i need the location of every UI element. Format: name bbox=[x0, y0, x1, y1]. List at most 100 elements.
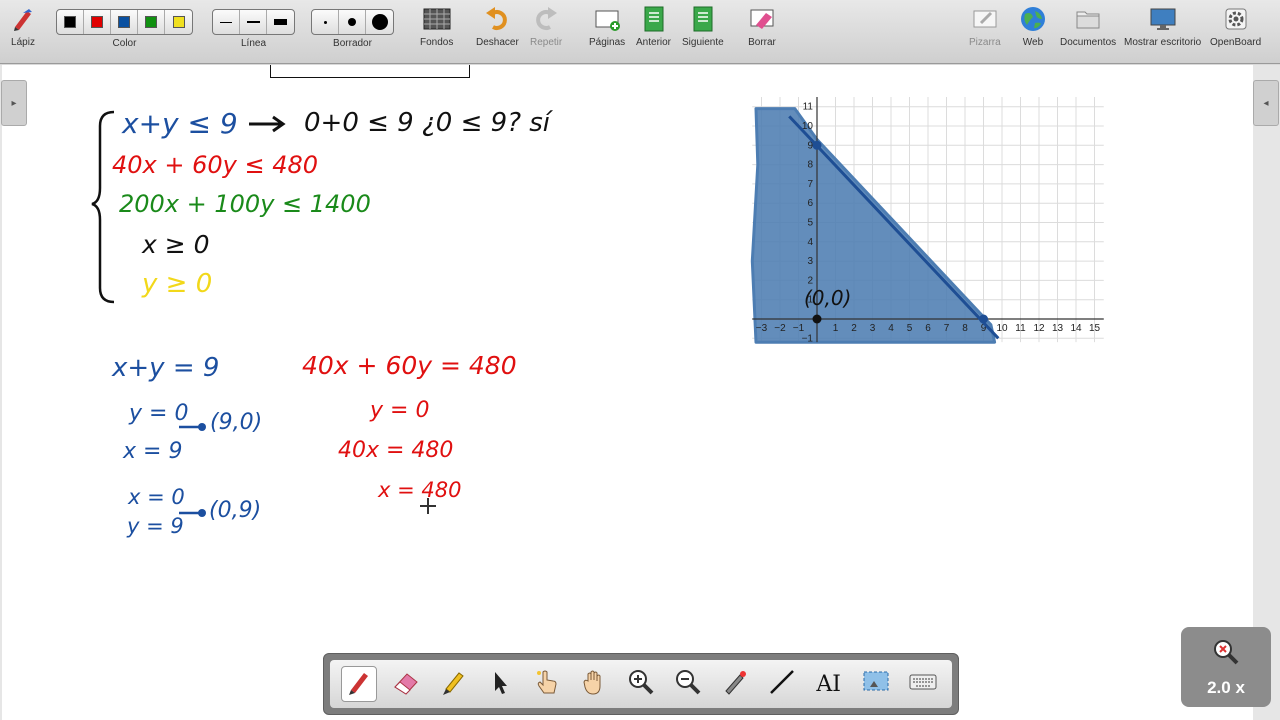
pages-label: Páginas bbox=[589, 37, 626, 48]
arrow-cursor-icon bbox=[485, 667, 515, 702]
next-button[interactable]: Siguiente bbox=[682, 4, 724, 48]
color-green[interactable] bbox=[138, 10, 165, 34]
arrow-stroke bbox=[249, 115, 286, 133]
whiteboard-label: Pizarra bbox=[969, 37, 1001, 48]
redo-label: Repetir bbox=[530, 37, 563, 48]
left-step-x0: x = 0 bbox=[128, 485, 185, 509]
left-panel-toggle[interactable]: ▸ bbox=[1, 80, 27, 126]
inequality-1: x+y ≤ 9 bbox=[122, 107, 238, 140]
laser-pointer-icon bbox=[720, 667, 750, 702]
show-desktop-label: Mostrar escritorio bbox=[1124, 37, 1202, 48]
text-icon: AI bbox=[816, 671, 841, 697]
interact-tool-button[interactable] bbox=[529, 666, 565, 702]
eraser-small[interactable] bbox=[312, 10, 339, 34]
keyboard-button[interactable] bbox=[905, 666, 941, 702]
y-tick-label: 6 bbox=[807, 198, 813, 209]
color-blue[interactable] bbox=[111, 10, 138, 34]
origin-check: 0+0 ≤ 9 ¿0 ≤ 9? sí bbox=[304, 108, 551, 138]
clear-button[interactable]: Borrar bbox=[747, 4, 777, 48]
shaded-region bbox=[750, 107, 997, 344]
x-tick-label: 6 bbox=[925, 323, 931, 334]
backgrounds-button[interactable]: Fondos bbox=[420, 4, 453, 48]
y-tick-label: 11 bbox=[803, 102, 814, 113]
eraser-icon bbox=[391, 667, 421, 702]
eraser-label: Borrador bbox=[333, 38, 372, 49]
capture-tool-button[interactable] bbox=[858, 666, 894, 702]
zoom-in-button[interactable] bbox=[623, 666, 659, 702]
select-tool-button[interactable] bbox=[482, 666, 518, 702]
right-step-40x: 40x = 480 bbox=[338, 438, 454, 463]
undo-button[interactable]: Deshacer bbox=[476, 4, 519, 48]
zoom-out-icon bbox=[673, 667, 703, 702]
x-tick-label: 13 bbox=[1052, 323, 1064, 334]
left-step-x9: x = 9 bbox=[123, 439, 183, 464]
color-yellow[interactable] bbox=[165, 10, 192, 34]
graph-point bbox=[979, 314, 988, 324]
graph-point bbox=[812, 140, 822, 150]
pages-button[interactable]: Páginas bbox=[589, 4, 625, 48]
left-step-y9: y = 9 bbox=[127, 514, 184, 538]
documents-button[interactable]: Documentos bbox=[1060, 4, 1116, 48]
laser-pointer-button[interactable] bbox=[717, 666, 753, 702]
x-tick-label: 1 bbox=[833, 323, 839, 334]
pen-label: Lápiz bbox=[11, 37, 35, 48]
line-thin[interactable] bbox=[213, 10, 240, 34]
previous-button[interactable]: Anterior bbox=[636, 4, 671, 48]
intercept-0-9: (0,9) bbox=[209, 498, 262, 523]
line-tool-button[interactable] bbox=[764, 666, 800, 702]
previous-page-icon bbox=[639, 4, 669, 34]
globe-icon bbox=[1018, 4, 1048, 34]
line-thick[interactable] bbox=[267, 10, 294, 34]
y-tick-label: 5 bbox=[807, 218, 813, 229]
crosshair-cursor-icon bbox=[420, 498, 436, 514]
eraser-group: Borrador bbox=[311, 4, 394, 49]
next-label: Siguiente bbox=[682, 37, 724, 48]
hand-icon bbox=[579, 667, 609, 702]
keyboard-icon bbox=[908, 667, 938, 702]
show-desktop-button[interactable]: Mostrar escritorio bbox=[1124, 4, 1201, 48]
eraser-tool-button[interactable] bbox=[388, 666, 424, 702]
screen-capture-icon bbox=[861, 667, 891, 702]
chevron-right-icon: ▸ bbox=[11, 97, 17, 109]
eraser-large[interactable] bbox=[366, 10, 393, 34]
color-red[interactable] bbox=[84, 10, 111, 34]
zoom-in-icon bbox=[626, 667, 656, 702]
highlighter-icon bbox=[438, 667, 468, 702]
x-tick-label: 11 bbox=[1015, 323, 1026, 334]
zoom-indicator[interactable]: 2.0 x bbox=[1181, 627, 1271, 707]
inequality-3: 200x + 100y ≤ 1400 bbox=[119, 190, 371, 218]
pen-button[interactable]: Lápiz bbox=[8, 4, 38, 48]
undo-icon bbox=[482, 4, 512, 34]
line-medium[interactable] bbox=[240, 10, 267, 34]
right-panel-toggle[interactable]: ◂ bbox=[1253, 80, 1279, 126]
brace-stroke bbox=[91, 110, 115, 304]
x-tick-label: 15 bbox=[1089, 323, 1101, 334]
eraser-medium[interactable] bbox=[339, 10, 366, 34]
pointer-hand-icon bbox=[532, 667, 562, 702]
text-tool-button[interactable]: AI bbox=[811, 666, 847, 702]
redo-button[interactable]: Repetir bbox=[530, 4, 562, 48]
y-tick-label: 8 bbox=[807, 160, 813, 171]
arrow-stroke bbox=[179, 509, 206, 517]
x-tick-label: 12 bbox=[1033, 323, 1045, 334]
openboard-menu-button[interactable]: OpenBoard bbox=[1210, 4, 1261, 48]
web-button[interactable]: Web bbox=[1018, 4, 1048, 48]
zoom-level: 2.0 x bbox=[1207, 677, 1245, 697]
y-tick-label: 4 bbox=[807, 237, 813, 248]
y-tick-label: −1 bbox=[802, 333, 814, 344]
coordinate-graph[interactable]: −3 −2 −1 1 2 3 4 5 6 7 8 9 10 11 12 13 14 15−112345678910… bbox=[740, 75, 1110, 357]
whiteboard-button[interactable]: Pizarra bbox=[969, 4, 1001, 48]
highlighter-tool-button[interactable] bbox=[435, 666, 471, 702]
board-area[interactable]: ▸ ◂ x+y ≤ 9 0+0 ≤ 9 ¿0 ≤ 9? sí 40x + 60y… bbox=[0, 65, 1280, 720]
inequality-4: x ≥ 0 bbox=[142, 230, 210, 259]
x-tick-label: 10 bbox=[996, 323, 1008, 334]
pen-tool-button[interactable] bbox=[341, 666, 378, 702]
zoom-out-button[interactable] bbox=[670, 666, 706, 702]
inequality-2: 40x + 60y ≤ 480 bbox=[112, 151, 319, 179]
next-page-icon bbox=[688, 4, 718, 34]
board-page[interactable]: ▸ ◂ x+y ≤ 9 0+0 ≤ 9 ¿0 ≤ 9? sí 40x + 60y… bbox=[1, 65, 1279, 720]
hand-tool-button[interactable] bbox=[576, 666, 612, 702]
color-black[interactable] bbox=[57, 10, 84, 34]
y-tick-label: 2 bbox=[807, 275, 813, 286]
x-tick-label: 3 bbox=[870, 323, 876, 334]
